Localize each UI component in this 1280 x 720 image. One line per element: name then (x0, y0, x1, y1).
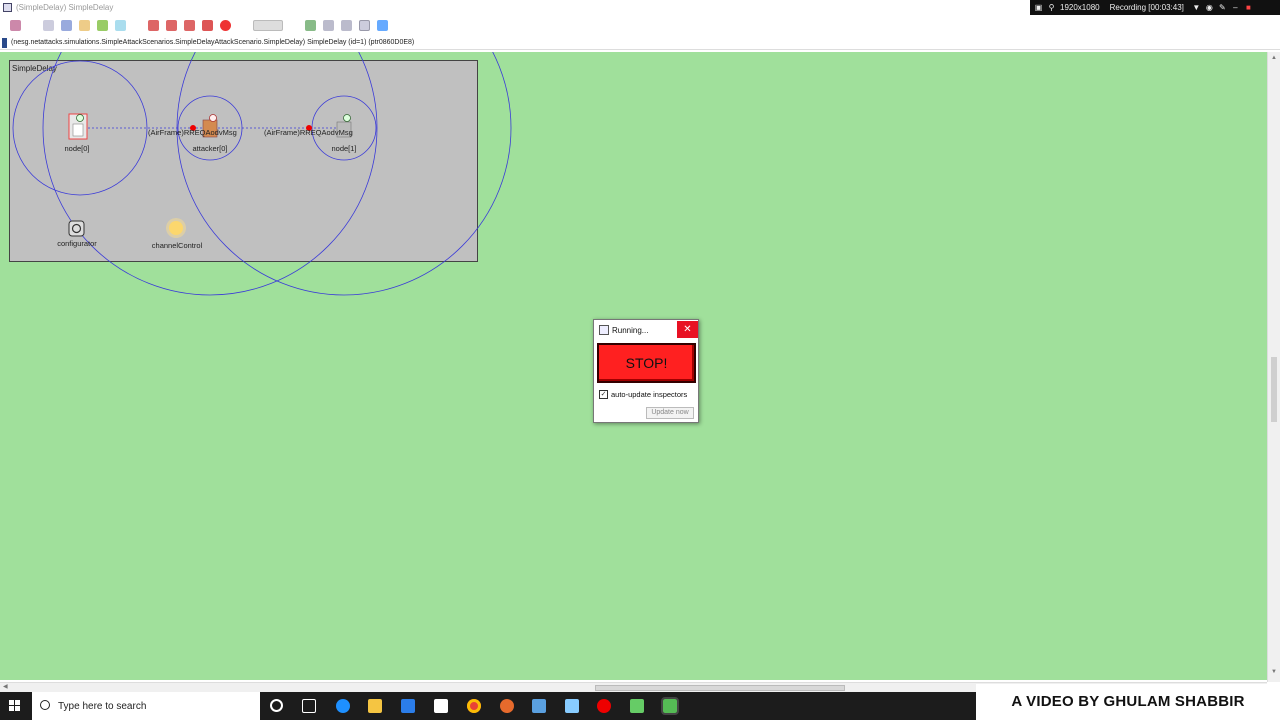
node0-status-icon (76, 114, 84, 122)
message-label-1: (AirFrame)RREQAodvMsg (148, 128, 237, 137)
event-log-icon[interactable] (253, 19, 283, 31)
search-placeholder: Type here to search (58, 701, 147, 712)
network-icon[interactable] (61, 19, 72, 31)
range-circle-attacker (42, 52, 378, 296)
zoom-in-icon[interactable] (323, 19, 334, 31)
recorder-resolution: 1920x1080 (1060, 3, 1100, 12)
window-title: (SimpleDelay) SimpleDelay (16, 3, 114, 12)
cortana-icon[interactable] (270, 699, 283, 712)
module-path: (nesg.netattacks.simulations.SimpleAttac… (11, 39, 415, 46)
node1-label: node[1] (331, 144, 357, 153)
node1-status-icon (343, 114, 351, 122)
edge-icon[interactable] (336, 699, 350, 713)
zoom-out-icon[interactable] (341, 19, 352, 31)
configurator-label: configurator (57, 239, 97, 248)
recorder-icon[interactable] (597, 699, 611, 713)
dropdown-icon[interactable]: ▼ (1192, 3, 1201, 12)
vertical-scroll-thumb[interactable] (1271, 357, 1277, 422)
dialog-title: Running... (612, 326, 649, 335)
close-icon[interactable]: ■ (1244, 3, 1253, 12)
app-icon (3, 3, 12, 12)
stop-icon[interactable] (220, 19, 231, 31)
run-icon[interactable] (166, 19, 177, 31)
rewind-icon[interactable] (10, 19, 21, 31)
auto-update-label: auto-update inspectors (611, 390, 688, 399)
running-dialog: Running... ✕ STOP! ✓ auto-update inspect… (593, 319, 699, 423)
info-icon[interactable] (79, 19, 90, 31)
chrome-icon[interactable] (467, 699, 481, 713)
dialog-app-icon (599, 325, 609, 335)
horizontal-scroll-thumb[interactable] (595, 685, 845, 691)
window-app-icon[interactable] (532, 699, 546, 713)
toolbar-separator (133, 20, 141, 31)
node0-label: node[0] (64, 144, 90, 153)
dialog-close-button[interactable]: ✕ (677, 321, 698, 338)
configurator-icon[interactable] (68, 220, 85, 237)
toolbar (0, 16, 1280, 34)
path-marker (2, 38, 7, 48)
vertical-scrollbar[interactable]: ▲ ▼ (1267, 52, 1280, 682)
refresh-icon[interactable] (305, 19, 316, 31)
tool-app-icon[interactable] (565, 699, 579, 713)
search-icon[interactable]: ⚲ (1047, 3, 1056, 12)
simulation-icon[interactable] (661, 697, 679, 715)
file-explorer-icon[interactable] (368, 699, 382, 713)
node0-device-icon (72, 123, 84, 137)
taskbar-search[interactable]: Type here to search (32, 692, 260, 720)
express-run-icon[interactable] (202, 19, 213, 31)
arrow-icon[interactable] (377, 19, 388, 31)
attacker-status-icon (209, 114, 217, 122)
scroll-up-icon[interactable]: ▲ (1271, 55, 1277, 61)
omnet-icon[interactable] (630, 699, 644, 713)
message-label-2: (AirFrame)RREQAodvMsg (264, 128, 353, 137)
label-icon[interactable] (359, 19, 370, 31)
scroll-down-icon[interactable]: ▼ (1271, 669, 1277, 675)
inspect-icon[interactable] (43, 19, 54, 31)
globe-icon[interactable] (97, 19, 108, 31)
toolbar-separator (290, 20, 298, 31)
minimize-icon[interactable]: – (1231, 3, 1240, 12)
auto-update-checkbox[interactable]: ✓ (599, 390, 608, 399)
mail-icon[interactable] (434, 699, 448, 713)
watermark: A VIDEO BY GHULAM SHABBIR (976, 684, 1280, 720)
attacker-label: attacker[0] (192, 144, 228, 153)
module-path-bar: (nesg.netattacks.simulations.SimpleAttac… (0, 36, 1280, 50)
search-icon (40, 700, 50, 710)
camera-icon[interactable]: ◉ (1205, 3, 1214, 12)
step-icon[interactable] (148, 19, 159, 31)
scroll-left-icon[interactable]: ◀ (3, 683, 8, 690)
channel-control-label: channelControl (151, 241, 203, 250)
screen-recorder-bar: ▣ ⚲ 1920x1080 Recording [00:03:43] ▼ ◉ ✎… (1030, 0, 1280, 15)
toolbar-separator (28, 20, 36, 31)
window-icon[interactable]: ▣ (1034, 3, 1043, 12)
channel-control-glow (166, 218, 186, 238)
range-circle-node1 (176, 52, 512, 296)
app-icon[interactable] (500, 699, 514, 713)
store-icon[interactable] (401, 699, 415, 713)
recorder-status: Recording [00:03:43] (1109, 3, 1184, 12)
tools-icon[interactable] (115, 19, 126, 31)
update-now-button[interactable]: Update now (646, 407, 694, 419)
task-view-icon[interactable] (302, 699, 316, 713)
fast-run-icon[interactable] (184, 19, 195, 31)
windows-start-icon[interactable] (9, 700, 21, 712)
toolbar-separator (238, 20, 246, 31)
stop-button[interactable]: STOP! (597, 343, 696, 383)
pen-icon[interactable]: ✎ (1218, 3, 1227, 12)
